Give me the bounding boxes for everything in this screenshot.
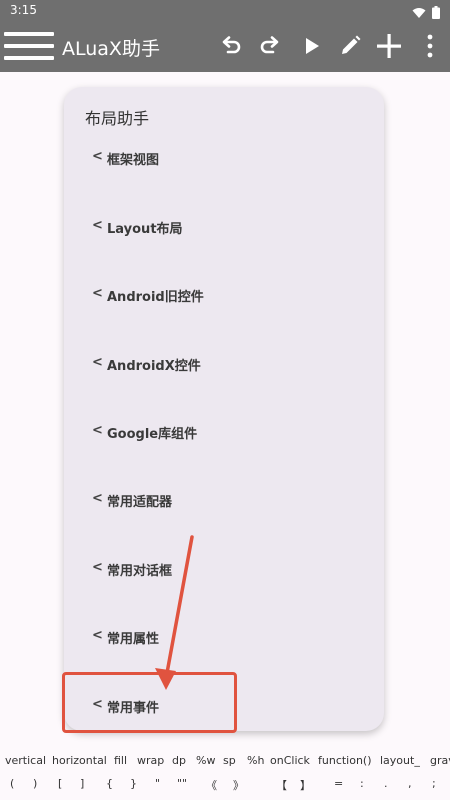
menu-item-label: Android旧控件 [107, 290, 204, 305]
symbol-button[interactable]: [ [58, 777, 62, 790]
app-title: ALuaX助手 [62, 38, 160, 60]
keyword-button[interactable]: wrap [137, 754, 164, 767]
keyword-button[interactable]: %w [196, 754, 215, 767]
keyword-button[interactable]: function() [318, 754, 372, 767]
symbol-button[interactable]: } [130, 777, 137, 790]
redo-icon[interactable] [256, 32, 284, 60]
add-icon[interactable] [375, 32, 403, 60]
more-vert-icon[interactable] [416, 32, 444, 60]
menu-item-label: 常用属性 [107, 632, 160, 647]
symbol-button[interactable]: { [106, 777, 113, 790]
edit-icon[interactable] [336, 32, 364, 60]
chevron-left-icon: < [92, 423, 103, 438]
menu-item-adapters[interactable]: < 常用适配器 [64, 491, 384, 559]
chevron-left-icon: < [92, 697, 103, 712]
keyword-button[interactable]: sp [223, 754, 236, 767]
menu-item-label: Layout布局 [107, 222, 183, 237]
symbol-button[interactable]: ] [80, 777, 84, 790]
menu-item-label: Google库组件 [107, 427, 198, 442]
menu-item-android-legacy[interactable]: < Android旧控件 [64, 286, 384, 354]
symbol-button[interactable]: 》 [233, 777, 244, 793]
symbol-button[interactable]: 《 [206, 777, 217, 793]
symbol-button[interactable]: ) [33, 777, 37, 790]
menu-item-androidx[interactable]: < AndroidX控件 [64, 355, 384, 423]
symbol-button[interactable]: ; [432, 777, 436, 790]
menu-item-frame-view[interactable]: < 框架视图 [64, 149, 384, 217]
wifi-icon [412, 4, 426, 23]
chevron-left-icon: < [92, 560, 103, 575]
menu-item-google-library[interactable]: < Google库组件 [64, 423, 384, 491]
dialog-title: 布局助手 [85, 109, 150, 128]
status-time: 3:15 [10, 3, 37, 17]
symbol-button[interactable]: " [155, 777, 160, 790]
symbol-button[interactable]: = [334, 777, 343, 790]
symbol-button[interactable]: 】 [300, 777, 311, 793]
symbol-button[interactable]: "" [177, 777, 187, 790]
keyword-button[interactable]: layout_ [380, 754, 420, 767]
menu-item-layout[interactable]: < Layout布局 [64, 218, 384, 286]
play-icon[interactable] [298, 32, 326, 60]
status-icons [412, 4, 440, 23]
symbol-bar: ( ) [ ] { } " "" 《 》 【 】 = : . , ; [0, 777, 450, 795]
symbol-button[interactable]: ( [10, 777, 14, 790]
chevron-left-icon: < [92, 628, 103, 643]
menu-item-label: 框架视图 [107, 153, 160, 168]
keyword-button[interactable]: onClick [270, 754, 310, 767]
keyword-button[interactable]: grav [430, 754, 450, 767]
keyword-button[interactable]: %h [247, 754, 264, 767]
menu-icon[interactable] [4, 30, 54, 62]
chevron-left-icon: < [92, 491, 103, 506]
menu-item-label: 常用对话框 [107, 564, 173, 579]
undo-icon[interactable] [217, 32, 245, 60]
symbol-button[interactable]: : [360, 777, 364, 790]
symbol-button[interactable]: . [384, 777, 388, 790]
keyword-bar: vertical horizontal fill wrap dp %w sp %… [0, 754, 450, 772]
chevron-left-icon: < [92, 286, 103, 301]
keyword-button[interactable]: horizontal [52, 754, 107, 767]
toolbar: ALuaX助手 [0, 22, 450, 72]
status-bar: 3:15 [0, 0, 450, 22]
keyword-button[interactable]: fill [114, 754, 127, 767]
menu-item-label: AndroidX控件 [107, 359, 201, 374]
battery-icon [432, 4, 440, 23]
symbol-button[interactable]: 【 [276, 777, 287, 793]
menu-item-label: 常用适配器 [107, 495, 173, 510]
chevron-left-icon: < [92, 355, 103, 370]
keyword-button[interactable]: dp [172, 754, 186, 767]
menu-item-dialogs[interactable]: < 常用对话框 [64, 560, 384, 628]
menu-item-attributes[interactable]: < 常用属性 [64, 628, 384, 696]
chevron-left-icon: < [92, 218, 103, 233]
layout-helper-dialog: 布局助手 < 框架视图 < Layout布局 < Android旧控件 < An… [64, 87, 384, 731]
keyword-button[interactable]: vertical [5, 754, 46, 767]
symbol-button[interactable]: , [408, 777, 412, 790]
chevron-left-icon: < [92, 149, 103, 164]
menu-item-label: 常用事件 [107, 701, 160, 716]
